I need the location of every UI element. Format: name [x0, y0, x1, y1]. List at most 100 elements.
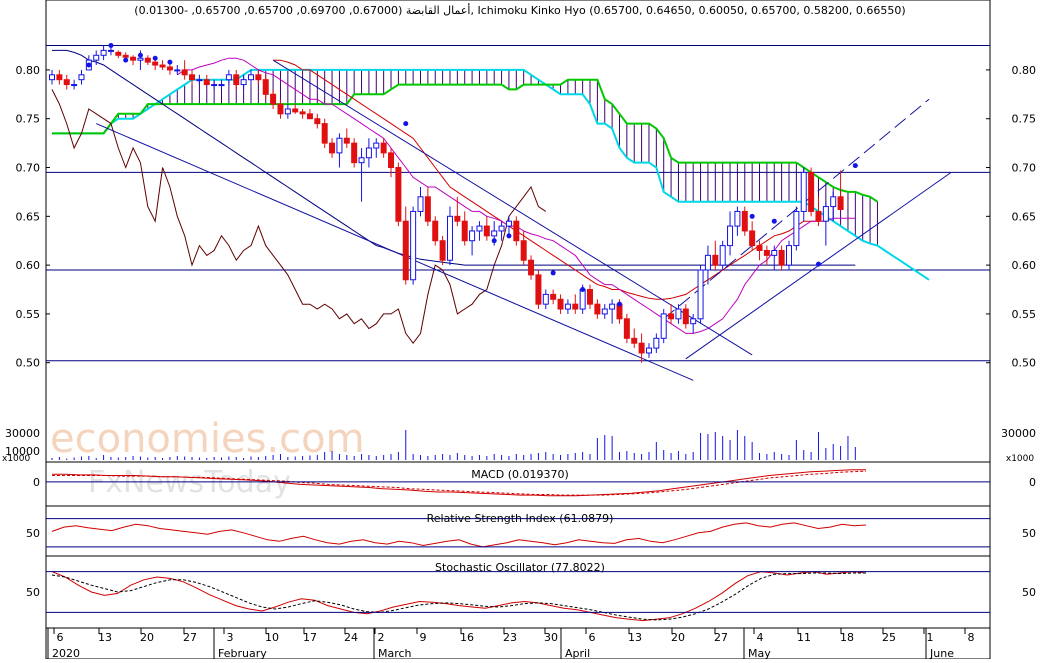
candle-body: [697, 269, 704, 320]
candle-body: [513, 220, 520, 242]
x-axis-day-label: 18: [840, 631, 854, 644]
candle-body: [645, 347, 652, 354]
macd-axis-left-label: 0: [33, 476, 40, 489]
signal-dot: [137, 52, 143, 58]
candle-body: [505, 220, 512, 227]
signal-dot: [749, 213, 755, 219]
x-axis-day-label: 6: [589, 631, 596, 644]
price-axis-right-label: 0.50: [1012, 357, 1037, 370]
signal-dot: [167, 59, 173, 65]
candle-body: [491, 230, 498, 237]
volume-unit-left: x1000: [2, 454, 31, 464]
stochastic-title: Stochastic Oscillator (77.8022): [435, 561, 605, 574]
candle-body: [306, 113, 313, 120]
x-axis-day-label: 10: [265, 631, 279, 644]
rsi-axis-right-label: 50: [1022, 527, 1036, 540]
x-axis-month-label: May: [748, 647, 771, 659]
signal-dot: [815, 261, 821, 267]
candle-body: [49, 74, 55, 81]
candle-body: [734, 210, 741, 227]
x-axis-day-label: 17: [303, 631, 317, 644]
candle-body: [446, 215, 453, 261]
stochastic-axis-right-label: 50: [1022, 586, 1036, 599]
x-axis-month-label: 2020: [52, 647, 80, 659]
candle-body: [498, 225, 505, 232]
candle-body: [675, 308, 682, 320]
signal-dot: [491, 238, 497, 244]
candle-body: [329, 142, 336, 154]
candle-body: [528, 259, 535, 276]
candle-body: [107, 49, 114, 52]
candle-body: [712, 254, 719, 266]
x-axis-day-label: 20: [140, 631, 154, 644]
signal-dot: [852, 163, 858, 169]
candle-body: [166, 66, 173, 71]
candle-body: [793, 210, 800, 247]
candle-body: [837, 196, 844, 210]
candle-body: [115, 51, 122, 56]
candle-body: [830, 196, 837, 208]
price-axis-left-label: 0.65: [16, 210, 41, 223]
x-axis-day-label: 23: [503, 631, 517, 644]
x-axis-day-label: 24: [344, 631, 358, 644]
price-chart-title: أعمال القابضة (0.67000, 0.69700, 0.65700…: [134, 3, 905, 17]
price-axis-right-label: 0.60: [1012, 259, 1037, 272]
candle-body: [56, 74, 63, 81]
candle-body: [749, 230, 756, 247]
candle-body: [719, 245, 726, 266]
x-axis-day-label: 3: [227, 631, 234, 644]
x-axis-day-label: 8: [968, 631, 975, 644]
candle-body: [454, 215, 461, 222]
candle-body: [424, 196, 431, 222]
candle-body: [778, 249, 785, 266]
candle-body: [152, 61, 159, 66]
signal-dot: [771, 218, 777, 224]
macd-axis-right-label: 0: [1029, 476, 1036, 489]
candle-body: [638, 342, 645, 354]
volume-unit-right: x1000: [1006, 454, 1035, 464]
x-axis-month-label: February: [218, 647, 267, 659]
candle-body: [402, 220, 409, 281]
candle-body: [572, 303, 579, 310]
candle-body: [211, 84, 218, 87]
price-axis-left-label: 0.80: [16, 64, 41, 77]
candle-body: [388, 152, 395, 169]
volume-axis-right-label: 30000: [1001, 427, 1036, 440]
signal-dot: [123, 57, 129, 63]
watermark-fxnewstoday: FxNewsToday: [88, 465, 291, 500]
candle-body: [292, 108, 299, 113]
candle-body: [609, 303, 616, 310]
candle-body: [343, 137, 350, 144]
candle-body: [439, 240, 446, 261]
candle-body: [557, 298, 564, 310]
candle-body: [358, 157, 365, 164]
candle-body: [380, 142, 387, 154]
candle-body: [535, 274, 542, 305]
candle-body: [233, 74, 240, 86]
candle-body: [682, 308, 689, 325]
signal-dot: [403, 121, 409, 127]
candle-body: [181, 69, 188, 76]
candle-body: [800, 171, 807, 212]
candle-body: [284, 108, 291, 115]
price-axis-left-label: 0.70: [16, 162, 41, 175]
price-axis-left-label: 0.55: [16, 308, 41, 321]
candle-body: [93, 54, 100, 61]
stochastic-axis-left-label: 50: [26, 586, 40, 599]
candle-body: [365, 147, 372, 159]
x-axis-day-label: 1: [927, 631, 934, 644]
x-axis-day-label: 4: [757, 631, 764, 644]
candle-body: [299, 111, 306, 115]
price-axis-right-label: 0.70: [1012, 162, 1037, 175]
x-axis-day-label: 30: [544, 631, 558, 644]
x-axis-day-label: 9: [420, 631, 427, 644]
stock-chart: economies.com FxNewsToday 0.80 0.800.75 0.…: [2, 0, 1037, 660]
candle-body: [601, 308, 608, 315]
signal-dot: [616, 301, 622, 307]
candle-body: [78, 74, 85, 81]
price-axis-right-label: 0.65: [1012, 210, 1037, 223]
candle-body: [476, 225, 483, 232]
candle-body: [771, 249, 778, 256]
candle-body: [417, 196, 424, 212]
candle-body: [579, 289, 586, 310]
